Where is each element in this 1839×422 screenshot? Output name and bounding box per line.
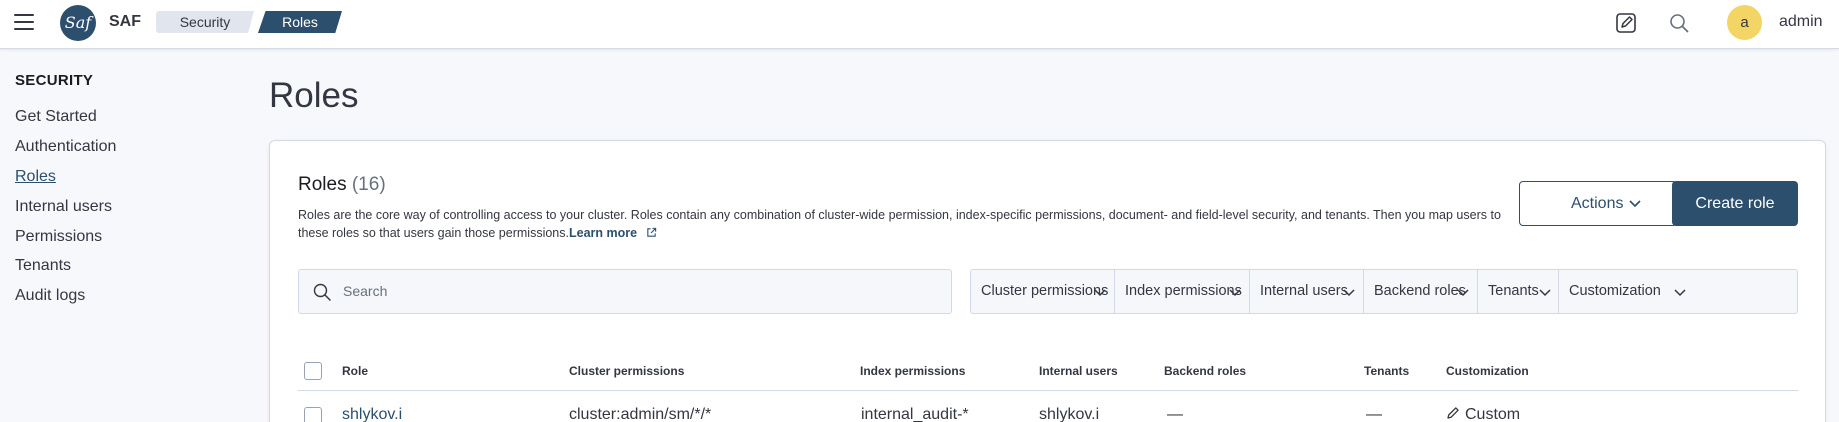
filter-label: Internal users xyxy=(1260,283,1348,299)
internal-users-cell: shlykov.i xyxy=(1039,406,1100,422)
table-header: Role Cluster permissions Index permissio… xyxy=(298,351,1798,391)
filter-group: Cluster permissions Index permissions In… xyxy=(970,269,1798,314)
column-index-permissions[interactable]: Index permissions xyxy=(860,364,965,378)
filter-cluster-permissions[interactable]: Cluster permissions xyxy=(971,270,1115,313)
app-name: SAF xyxy=(109,13,141,30)
select-all-checkbox[interactable] xyxy=(304,362,322,380)
filter-index-permissions[interactable]: Index permissions xyxy=(1115,270,1250,313)
cluster-permissions-cell: cluster:admin/sm/*/* xyxy=(569,406,712,422)
actions-label: Actions xyxy=(1571,195,1624,212)
menu-icon[interactable] xyxy=(14,14,34,30)
sidebar-item-roles[interactable]: Roles xyxy=(15,168,56,186)
create-role-button[interactable]: Create role xyxy=(1672,181,1798,226)
pencil-icon xyxy=(1447,407,1459,419)
table-row: shlykov.i cluster:admin/sm/*/* internal_… xyxy=(298,391,1798,422)
backend-roles-cell: — xyxy=(1167,406,1183,422)
search-input[interactable]: Search xyxy=(298,269,952,314)
sidebar-item-tenants[interactable]: Tenants xyxy=(15,257,71,275)
search-icon[interactable] xyxy=(1668,12,1690,34)
chevron-down-icon xyxy=(1229,289,1241,297)
filter-label: Customization xyxy=(1569,283,1661,299)
chevron-down-icon xyxy=(1457,289,1469,297)
edit-icon[interactable] xyxy=(1615,12,1637,34)
filter-tenants[interactable]: Tenants xyxy=(1478,270,1559,313)
sidebar-title: SECURITY xyxy=(15,72,94,89)
tenants-cell: — xyxy=(1366,406,1382,422)
top-header: Saf SAF Security Roles a admin xyxy=(0,0,1839,49)
search-icon xyxy=(313,283,331,301)
filter-label: Tenants xyxy=(1488,283,1539,299)
column-cluster-permissions[interactable]: Cluster permissions xyxy=(569,364,684,378)
user-avatar[interactable]: a xyxy=(1727,5,1762,40)
learn-more-link[interactable]: Learn more xyxy=(569,226,637,240)
sidebar-nav: SECURITY Get Started Authentication Role… xyxy=(0,49,235,422)
filter-customization[interactable]: Customization xyxy=(1559,270,1797,313)
column-customization[interactable]: Customization xyxy=(1446,364,1529,378)
sidebar-item-permissions[interactable]: Permissions xyxy=(15,228,102,246)
customization-cell: Custom xyxy=(1446,406,1520,422)
column-internal-users[interactable]: Internal users xyxy=(1039,364,1118,378)
column-backend-roles[interactable]: Backend roles xyxy=(1164,364,1246,378)
app-logo[interactable]: Saf xyxy=(60,5,96,41)
filter-backend-roles[interactable]: Backend roles xyxy=(1364,270,1478,313)
chevron-down-icon xyxy=(1674,289,1686,297)
filter-internal-users[interactable]: Internal users xyxy=(1250,270,1364,313)
sidebar-item-get-started[interactable]: Get Started xyxy=(15,108,97,126)
page-title: Roles xyxy=(269,76,359,115)
index-permissions-cell: internal_audit-* xyxy=(861,406,969,422)
external-link-icon[interactable] xyxy=(646,227,657,238)
chevron-down-icon xyxy=(1629,200,1641,208)
column-role[interactable]: Role xyxy=(342,364,368,378)
chevron-down-icon xyxy=(1343,289,1355,297)
roles-count: (16) xyxy=(351,174,386,195)
customization-label: Custom xyxy=(1465,406,1521,422)
row-checkbox[interactable] xyxy=(304,407,322,422)
filter-label: Backend roles xyxy=(1374,283,1466,299)
panel-title-text: Roles xyxy=(298,174,347,195)
breadcrumb-security[interactable]: Security xyxy=(156,11,254,33)
user-name[interactable]: admin xyxy=(1779,13,1823,31)
description-text: Roles are the core way of controlling ac… xyxy=(298,208,1501,240)
role-link[interactable]: shlykov.i xyxy=(342,406,402,422)
chevron-down-icon xyxy=(1094,289,1106,297)
panel-description: Roles are the core way of controlling ac… xyxy=(298,206,1508,242)
sidebar-item-internal-users[interactable]: Internal users xyxy=(15,198,112,216)
chevron-down-icon xyxy=(1539,289,1551,297)
sidebar-item-authentication[interactable]: Authentication xyxy=(15,138,116,156)
column-tenants[interactable]: Tenants xyxy=(1364,364,1409,378)
actions-button[interactable]: Actions xyxy=(1519,181,1677,226)
filter-label: Cluster permissions xyxy=(981,283,1109,299)
filter-label: Index permissions xyxy=(1125,283,1242,299)
roles-panel: Roles (16) Roles are the core way of con… xyxy=(269,140,1826,422)
search-placeholder: Search xyxy=(343,283,388,299)
panel-title: Roles (16) xyxy=(298,174,386,196)
sidebar-item-audit-logs[interactable]: Audit logs xyxy=(15,287,85,305)
breadcrumb-roles: Roles xyxy=(258,11,342,33)
